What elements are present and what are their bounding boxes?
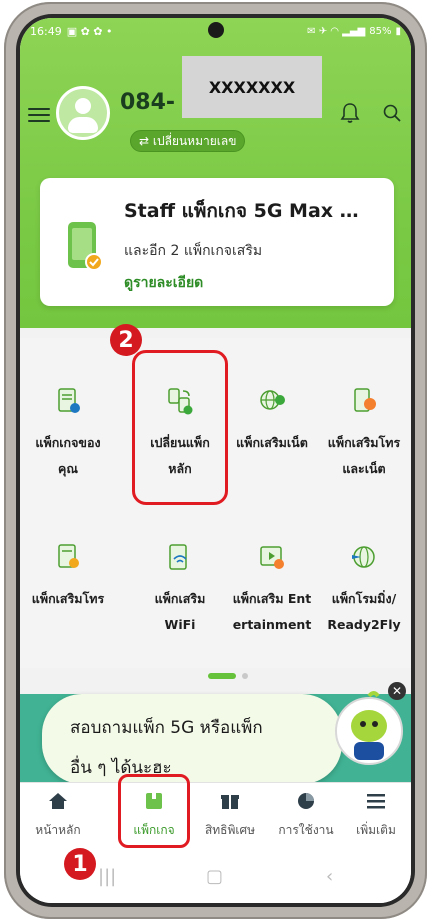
back-icon[interactable]: ‹ (326, 866, 333, 887)
switch-number-button[interactable]: ⇄ เปลี่ยนหมายเลข (130, 130, 246, 152)
annotation-highlight-package-tab (118, 774, 190, 848)
close-icon[interactable]: ✕ (388, 682, 406, 700)
grid-label: คุณ (58, 461, 78, 476)
package-list-icon (58, 388, 80, 413)
home-button-icon[interactable]: ▢ (206, 866, 223, 887)
home-icon (49, 793, 67, 809)
nav-usage[interactable]: การใช้งาน (270, 791, 342, 840)
battery-level: 85% (369, 25, 392, 37)
recent-apps-icon[interactable]: ||| (98, 866, 116, 887)
status-time: 16:49 (30, 24, 62, 38)
grid-item-call-and-net-addon[interactable]: แพ็กเสริมโทรและเน็ต (318, 386, 410, 482)
app-screen: 16:49 ▣ ✿ ✿ • ✉ ✈ ◠ ▂▄▆ 85% ▮ 084- XXXXX… (20, 18, 411, 903)
nav-label: หน้าหลัก (35, 823, 81, 837)
bell-icon[interactable] (340, 102, 360, 124)
chat-line-1: สอบถามแพ็ก 5G หรือแพ็ก (70, 718, 263, 738)
grid-item-roaming[interactable]: แพ็กโรมมิ่ง/Ready2Fly (318, 542, 410, 638)
grid-label: แพ็กเสริม (154, 591, 206, 606)
current-package-card[interactable]: Staff แพ็กเกจ 5G Max … และอีก 2 แพ็กเกจเ… (40, 178, 394, 306)
signal-icons: ✉ ✈ ◠ ▂▄▆ (307, 25, 366, 37)
annotation-step-2: 2 (110, 324, 142, 356)
nav-label: การใช้งาน (278, 823, 334, 837)
grid-item-your-package[interactable]: แพ็กเกจของคุณ (22, 386, 114, 482)
package-title: Staff แพ็กเกจ 5G Max … (124, 200, 359, 222)
phone-frame: 16:49 ▣ ✿ ✿ • ✉ ✈ ◠ ▂▄▆ 85% ▮ 084- XXXXX… (4, 2, 427, 919)
media-icon (260, 546, 284, 569)
hamburger-menu-icon[interactable] (28, 108, 50, 124)
wifi-icon (169, 544, 187, 570)
grid-item-internet-addon[interactable]: แพ็กเสริมเน็ต (226, 386, 318, 456)
nav-home[interactable]: หน้าหลัก (22, 791, 94, 840)
grid-label: แพ็กโรมมิ่ง/ (331, 591, 397, 606)
notification-icons: ▣ ✿ ✿ • (66, 24, 113, 38)
pager-dot[interactable] (242, 673, 248, 679)
search-icon[interactable] (382, 103, 402, 123)
nav-more[interactable]: เพิ่มเติม (340, 791, 411, 840)
globe-add-icon (260, 390, 285, 410)
chat-bubble-text: สอบถามแพ็ก 5G หรือแพ็ก อื่น ๆ ได้นะฮะ (70, 708, 330, 788)
grid-item-call-addon[interactable]: แพ็กเสริมโทร (22, 542, 114, 612)
call-net-addon-icon (354, 388, 376, 412)
grid-label: และเน็ต (342, 461, 386, 476)
grid-label: แพ็กเสริม Ent (232, 591, 312, 606)
grid-label: แพ็กเกจของ (35, 435, 101, 450)
bottom-navigation: หน้าหลัก แพ็กเกจ สิทธิพิเศษ การใช้งาน เพ… (20, 782, 411, 848)
more-menu-icon (367, 794, 385, 809)
avatar[interactable] (56, 86, 110, 140)
nav-label: เพิ่มเติม (356, 823, 396, 837)
grid-label: แพ็กเสริมโทร (327, 435, 401, 450)
annotation-highlight-change-package (132, 350, 228, 505)
annotation-step-1: 1 (64, 848, 96, 880)
masked-number-overlay: XXXXXXX (182, 56, 322, 118)
call-addon-icon (58, 544, 79, 568)
package-details-link[interactable]: ดูรายละเอียด (124, 272, 203, 294)
package-subtitle: และอีก 2 แพ็กเกจเสริม (124, 243, 263, 259)
front-camera (208, 22, 224, 38)
phone-bezel: 16:49 ▣ ✿ ✿ • ✉ ✈ ◠ ▂▄▆ 85% ▮ 084- XXXXX… (16, 14, 415, 907)
phone-number: 084- (120, 90, 176, 115)
gift-icon (221, 795, 239, 809)
grid-item-entertainment-addon[interactable]: แพ็กเสริม Ent ertainment (226, 542, 318, 638)
grid-label: WiFi (164, 617, 196, 632)
battery-icon: ▮ (395, 25, 401, 37)
phone-package-icon (68, 222, 102, 271)
roaming-globe-icon (352, 546, 375, 568)
pager-dot-active (208, 673, 236, 679)
grid-label: แพ็กเสริมเน็ต (236, 435, 308, 450)
grid-label: ertainment (232, 617, 312, 632)
grid-label: แพ็กเสริมโทร (31, 591, 105, 606)
nav-privileges[interactable]: สิทธิพิเศษ (194, 791, 266, 840)
nav-label: สิทธิพิเศษ (204, 823, 256, 837)
grid-label: Ready2Fly (327, 617, 401, 632)
usage-pie-icon (298, 793, 314, 809)
page-indicator (208, 673, 248, 679)
grid-item-wifi-addon[interactable]: แพ็กเสริม WiFi (134, 542, 226, 638)
